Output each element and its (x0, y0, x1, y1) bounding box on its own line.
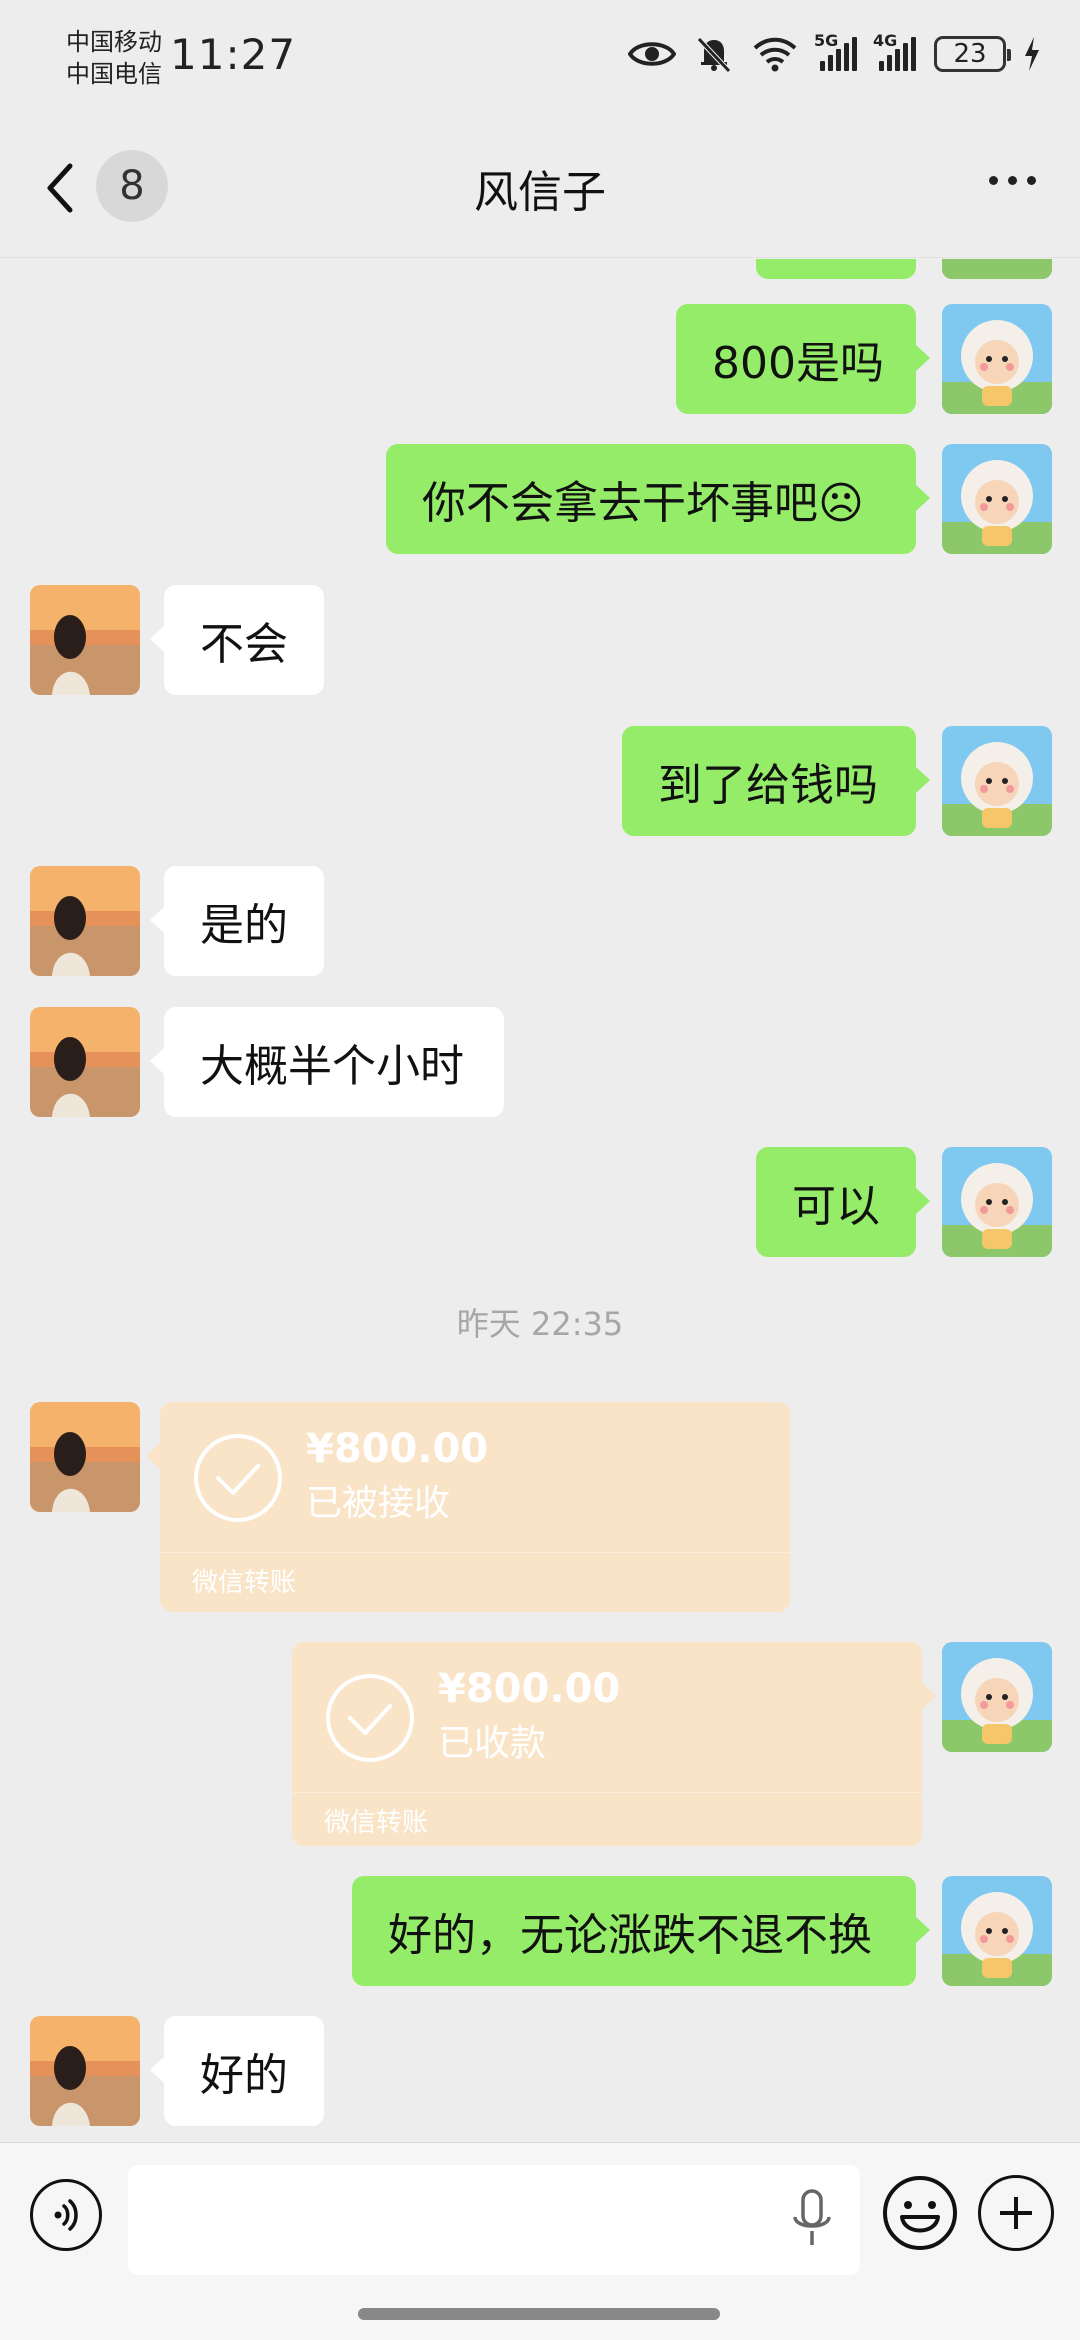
home-indicator[interactable] (358, 2308, 720, 2320)
message-text: 好的 (200, 2050, 288, 2101)
transfer-status: 已被接收 (306, 1483, 451, 1524)
transfer-amount: ¥800.00 (306, 1426, 489, 1472)
message-text: 你不会拿去干坏事吧☹ (422, 478, 864, 529)
transfer-card[interactable]: ¥800.00 已被接收 微信转账 (146, 1402, 790, 1612)
divider (160, 1552, 790, 1553)
signal-4g-icon: 4G (873, 31, 916, 71)
contact-avatar[interactable] (30, 585, 140, 695)
my-avatar[interactable] (942, 1642, 1052, 1752)
check-circle-icon (194, 1434, 282, 1522)
my-avatar[interactable] (942, 1147, 1052, 1257)
message-text: 好的，无论涨跌不退不换 (388, 1910, 872, 1961)
message-text: 不会 (200, 619, 288, 670)
contact-avatar[interactable] (30, 1402, 140, 1512)
contact-avatar[interactable] (30, 866, 140, 976)
message-bubble-in[interactable]: 是的 (150, 866, 324, 976)
message-bubble-out[interactable]: 800是吗 (676, 304, 930, 414)
dot-icon (1027, 176, 1036, 185)
message-bubble-partial[interactable] (756, 259, 916, 279)
smiley-icon (883, 2176, 957, 2250)
message-bubble-out[interactable]: 你不会拿去干坏事吧☹ (386, 444, 930, 554)
check-circle-icon (326, 1674, 414, 1762)
chat-header: 8 风信子 (0, 120, 1080, 258)
microphone-icon[interactable] (790, 2187, 834, 2253)
message-bubble-out[interactable]: 可以 (756, 1147, 930, 1257)
transfer-footer: 微信转账 (324, 1808, 429, 1838)
my-avatar[interactable] (942, 726, 1052, 836)
contact-avatar[interactable] (30, 1007, 140, 1117)
dot-icon (1008, 176, 1017, 185)
transfer-card[interactable]: ¥800.00 已收款 微信转账 (292, 1642, 936, 1846)
eye-icon (628, 37, 676, 71)
message-text: 是的 (200, 900, 288, 951)
carrier-2: 中国电信 (66, 60, 162, 88)
my-avatar[interactable] (942, 304, 1052, 414)
message-text: 大概半个小时 (200, 1041, 464, 1092)
emoji-button[interactable] (880, 2173, 960, 2253)
voice-toggle-button[interactable] (30, 2179, 102, 2251)
status-bar: 中国移动 中国电信 11:27 5G 4G 23 (0, 0, 1080, 120)
message-bubble-in[interactable]: 大概半个小时 (150, 1007, 504, 1117)
transfer-footer: 微信转账 (192, 1568, 297, 1598)
carrier-names: 中国移动 中国电信 (66, 26, 162, 90)
dot-icon (989, 176, 998, 185)
my-avatar[interactable] (942, 1876, 1052, 1986)
message-text: 到了给钱吗 (658, 760, 878, 811)
chat-title: 风信子 (474, 167, 606, 218)
transfer-amount: ¥800.00 (438, 1666, 621, 1712)
bell-muted-icon (694, 34, 734, 74)
transfer-status: 已收款 (438, 1723, 547, 1764)
message-text: 800是吗 (712, 338, 884, 389)
message-bubble-in[interactable]: 不会 (150, 585, 324, 695)
battery-icon: 23 (934, 36, 1011, 72)
voice-icon (54, 2199, 78, 2231)
message-input[interactable] (128, 2165, 860, 2275)
my-avatar[interactable] (942, 444, 1052, 554)
message-text: 可以 (792, 1181, 880, 1232)
divider (292, 1792, 922, 1793)
message-bubble-in[interactable]: 好的 (150, 2016, 324, 2126)
plus-icon (1000, 2197, 1032, 2229)
charging-icon (1024, 37, 1040, 71)
my-avatar[interactable] (942, 259, 1052, 279)
more-options-button[interactable] (989, 176, 1036, 185)
message-bubble-out[interactable]: 好的，无论涨跌不退不换 (352, 1876, 930, 1986)
message-list[interactable]: 800是吗 你不会拿去干坏事吧☹ 不会 到了给钱吗 是的 大概半个小时 可以 昨… (0, 259, 1080, 2141)
status-icons: 5G 4G 23 (628, 31, 1040, 74)
carrier-1: 中国移动 (66, 28, 162, 56)
clock: 11:27 (170, 30, 297, 79)
time-divider: 昨天 22:35 (456, 1305, 624, 1343)
more-functions-button[interactable] (978, 2175, 1054, 2251)
wifi-icon (752, 36, 798, 72)
contact-avatar[interactable] (30, 2016, 140, 2126)
message-bubble-out[interactable]: 到了给钱吗 (622, 726, 930, 836)
signal-5g-icon: 5G (814, 31, 857, 71)
